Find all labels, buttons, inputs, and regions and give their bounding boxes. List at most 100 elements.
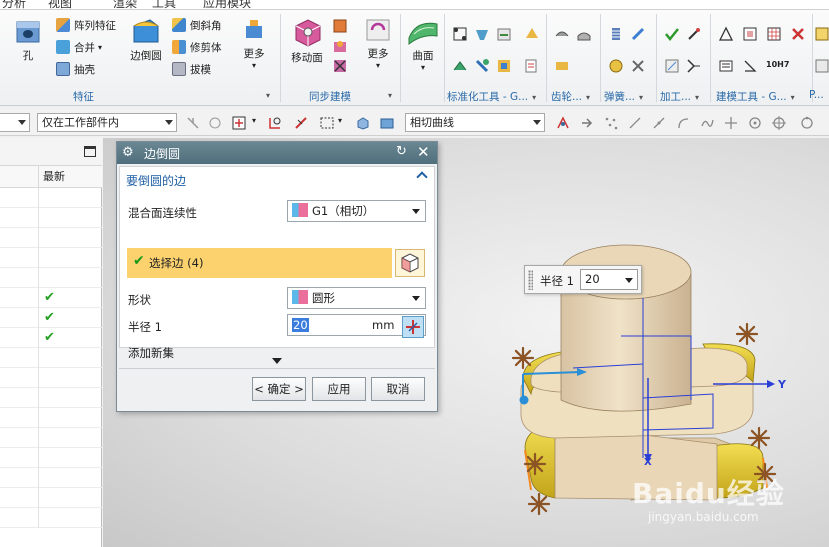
table-row[interactable] bbox=[0, 228, 102, 248]
table-row[interactable]: ✔ bbox=[0, 288, 102, 308]
edge-blend-button[interactable]: 边倒圆 bbox=[124, 16, 168, 63]
snap-point-icon[interactable] bbox=[232, 116, 246, 130]
group-more[interactable]: P... bbox=[809, 89, 824, 105]
quadrant-point-icon[interactable] bbox=[800, 116, 814, 130]
reset-icon[interactable]: ↻ bbox=[396, 144, 407, 159]
sync-tool-icon-2[interactable] bbox=[332, 38, 348, 54]
std-tool-icon-3[interactable] bbox=[496, 26, 512, 42]
sheet-tool-icon[interactable] bbox=[742, 26, 758, 42]
line-tool-icon-2[interactable] bbox=[652, 116, 666, 130]
cube-selection-button[interactable] bbox=[395, 249, 425, 277]
gear-tool-icon-2[interactable] bbox=[576, 26, 592, 42]
extra-tool-icon-1[interactable] bbox=[814, 26, 829, 42]
spline-tool-icon[interactable] bbox=[700, 116, 714, 130]
gear-tool-icon-1[interactable] bbox=[554, 26, 570, 42]
table-row[interactable] bbox=[0, 408, 102, 428]
trim-body-button[interactable]: 修剪体 bbox=[172, 38, 222, 56]
draft-button[interactable]: 拔模 bbox=[172, 60, 211, 78]
close-icon[interactable]: ✕ bbox=[417, 143, 430, 161]
table-row[interactable]: ✔ bbox=[0, 328, 102, 348]
delete-tool-icon[interactable] bbox=[790, 26, 806, 42]
tolerance-badge[interactable]: 10H7 bbox=[766, 60, 789, 69]
group-sync-expand[interactable]: ▾ bbox=[384, 89, 392, 105]
select-tool-icon-2[interactable] bbox=[208, 116, 222, 130]
menu-render[interactable]: 渲染 bbox=[113, 0, 137, 9]
std-tool-icon-5[interactable] bbox=[452, 58, 468, 74]
std-tool-icon-1[interactable] bbox=[452, 26, 468, 42]
table-row[interactable] bbox=[0, 268, 102, 288]
machining-tool-icon-2[interactable] bbox=[664, 58, 680, 74]
grid-tool-icon[interactable] bbox=[766, 26, 782, 42]
ok-button[interactable]: < 确定 > bbox=[252, 377, 306, 401]
solid-body-icon[interactable] bbox=[356, 116, 370, 130]
arc-tool-icon[interactable] bbox=[676, 116, 690, 130]
table-row[interactable] bbox=[0, 188, 102, 208]
apply-button[interactable]: 应用 bbox=[312, 377, 366, 401]
column-latest[interactable]: 最新 bbox=[38, 166, 65, 188]
cancel-button[interactable]: 取消 bbox=[371, 377, 425, 401]
dialog-titlebar[interactable]: ⚙ 边倒圆 ↻ ✕ bbox=[117, 142, 437, 164]
group-modeling-tools[interactable]: 建模工具 - G... ▾ bbox=[716, 89, 795, 105]
group-spring[interactable]: 弹簧... ▾ bbox=[604, 89, 643, 105]
spring-tool-icon-4[interactable] bbox=[630, 58, 646, 74]
hole-button[interactable]: 孔 bbox=[8, 16, 48, 63]
shell-button[interactable]: 抽壳 bbox=[56, 60, 95, 78]
std-tool-icon-8[interactable] bbox=[524, 58, 540, 74]
table-row[interactable] bbox=[0, 248, 102, 268]
radius-float-field[interactable]: 20 bbox=[580, 269, 638, 290]
group-standard-tools[interactable]: 标准化工具 - G... ▾ bbox=[447, 89, 536, 105]
table-row[interactable] bbox=[0, 468, 102, 488]
scope-filter-combo[interactable]: 仅在工作部件内 bbox=[37, 113, 177, 132]
doc-tool-icon[interactable] bbox=[718, 58, 734, 74]
show-more-icon[interactable] bbox=[272, 358, 282, 364]
table-row[interactable] bbox=[0, 448, 102, 468]
table-row[interactable]: ✔ bbox=[0, 308, 102, 328]
shape-select[interactable]: 圆形 bbox=[287, 287, 426, 309]
sync-tool-icon-1[interactable] bbox=[332, 18, 348, 34]
sync-tool-icon-3[interactable] bbox=[332, 58, 348, 74]
radius-float-dropdown-icon[interactable] bbox=[625, 278, 633, 283]
table-row[interactable] bbox=[0, 208, 102, 228]
combine-button[interactable]: 合并 ▾ bbox=[56, 38, 102, 56]
drag-grip-icon[interactable] bbox=[528, 270, 533, 290]
table-row[interactable] bbox=[0, 428, 102, 448]
curve-rule-combo[interactable]: 相切曲线 bbox=[405, 113, 545, 132]
extra-tool-icon-2[interactable] bbox=[814, 58, 829, 74]
table-row[interactable] bbox=[0, 388, 102, 408]
sheet-body-icon[interactable] bbox=[380, 116, 394, 130]
array-feature-button[interactable]: 阵列特征 bbox=[56, 16, 116, 34]
table-row[interactable] bbox=[0, 368, 102, 388]
menu-analysis[interactable]: 分析 bbox=[2, 0, 26, 9]
line-tool-icon[interactable] bbox=[628, 116, 642, 130]
menu-app-modules[interactable]: 应用模块 bbox=[203, 0, 251, 9]
spring-tool-icon-3[interactable] bbox=[608, 58, 624, 74]
group-machining[interactable]: 加工... ▾ bbox=[660, 89, 699, 105]
maximize-icon[interactable] bbox=[84, 146, 96, 157]
group-gear[interactable]: 齿轮... ▾ bbox=[551, 89, 590, 105]
group-feature-expand[interactable]: ▾ bbox=[262, 89, 270, 105]
intersection-tool-icon[interactable] bbox=[724, 116, 738, 130]
gear-tool-icon-3[interactable] bbox=[554, 58, 570, 74]
center-point-icon[interactable] bbox=[772, 116, 786, 130]
check-tool-icon[interactable] bbox=[664, 26, 680, 42]
std-tool-icon-6[interactable] bbox=[474, 58, 490, 74]
std-tool-icon-4[interactable] bbox=[524, 26, 540, 42]
feature-curve-icon[interactable] bbox=[556, 116, 570, 130]
table-row[interactable] bbox=[0, 508, 102, 528]
ruler-icon[interactable] bbox=[294, 116, 308, 130]
move-face-button[interactable]: 移动面 bbox=[286, 16, 328, 65]
machining-tool-icon-3[interactable] bbox=[686, 58, 702, 74]
snap-dropdown-icon[interactable]: ▾ bbox=[252, 116, 256, 125]
scatter-point-icon[interactable] bbox=[604, 116, 618, 130]
collapse-section-icon[interactable] bbox=[416, 171, 428, 183]
add-new-set-button[interactable] bbox=[402, 316, 424, 338]
select-edge-row[interactable]: ✔ 选择边 (4) bbox=[127, 248, 392, 278]
std-tool-icon-7[interactable] bbox=[496, 58, 512, 74]
spring-tool-icon-1[interactable] bbox=[608, 26, 624, 42]
arrow-right-icon[interactable] bbox=[580, 116, 594, 130]
section-edges-to-blend[interactable]: 要倒圆的边 bbox=[126, 172, 186, 189]
menu-tools[interactable]: 工具 bbox=[152, 0, 176, 9]
angle-tool-icon[interactable] bbox=[742, 58, 758, 74]
menu-view[interactable]: 视图 bbox=[48, 0, 72, 9]
table-row[interactable] bbox=[0, 348, 102, 368]
